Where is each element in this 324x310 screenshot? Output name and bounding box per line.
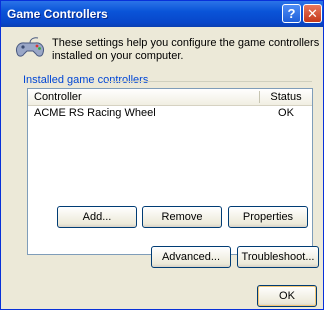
remove-button[interactable]: Remove	[142, 206, 222, 228]
window-title: Game Controllers	[7, 7, 108, 21]
controller-status: OK	[278, 107, 294, 119]
controller-name: ACME RS Racing Wheel	[34, 107, 156, 119]
advanced-button[interactable]: Advanced...	[151, 246, 231, 268]
column-separator[interactable]	[259, 91, 260, 103]
game-controllers-dialog: Game Controllers ? ✕ These settings help…	[0, 0, 324, 310]
group-divider	[107, 81, 312, 82]
list-header: Controller Status	[28, 89, 312, 106]
help-button[interactable]: ?	[282, 4, 301, 23]
controllers-list[interactable]: Controller Status ACME RS Racing Wheel O…	[27, 88, 313, 255]
troubleshoot-button[interactable]: Troubleshoot...	[237, 246, 319, 268]
intro-description: These settings help you configure the ga…	[52, 37, 320, 62]
table-row[interactable]: ACME RS Racing Wheel OK	[28, 106, 312, 120]
close-button[interactable]: ✕	[303, 4, 322, 23]
properties-button[interactable]: Properties	[228, 206, 308, 228]
column-header-controller[interactable]: Controller	[34, 91, 82, 103]
ok-button[interactable]: OK	[257, 285, 317, 307]
group-label: Installed game controllers	[23, 74, 149, 86]
game-controller-icon	[16, 37, 44, 57]
column-header-status[interactable]: Status	[264, 91, 308, 103]
add-button[interactable]: Add...	[57, 206, 137, 228]
title-bar[interactable]: Game Controllers ? ✕	[1, 1, 323, 27]
